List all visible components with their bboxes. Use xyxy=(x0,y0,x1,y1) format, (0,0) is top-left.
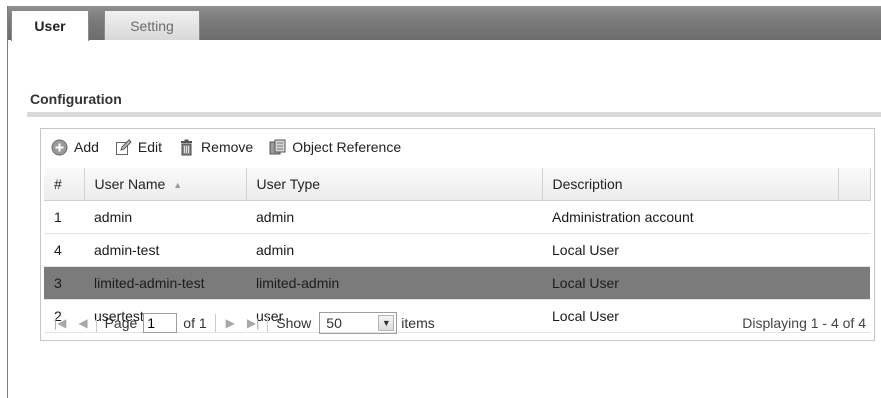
table-row[interactable]: 1 admin admin Administration account xyxy=(44,200,870,234)
column-header-index-label: # xyxy=(54,176,62,192)
chevron-down-icon: ▼ xyxy=(378,315,395,331)
last-page-icon[interactable]: ▶| xyxy=(247,316,259,330)
add-label: Add xyxy=(74,139,99,155)
column-header-user-type-label: User Type xyxy=(256,176,321,192)
tab-user-label: User xyxy=(34,18,66,34)
next-page-icon[interactable]: ▶ xyxy=(226,316,235,330)
object-reference-label: Object Reference xyxy=(292,139,402,155)
pager-separator xyxy=(214,314,216,332)
section-title: Configuration xyxy=(30,91,122,107)
page-number-input[interactable] xyxy=(143,313,178,333)
cell-spacer xyxy=(838,233,870,267)
pagination-bar: |◀ ◀ Page of 1 ▶ ▶| Show 50 ▼ items Disp… xyxy=(44,307,870,339)
cell-description: Local User xyxy=(542,266,838,300)
cell-user-name: admin-test xyxy=(84,233,246,267)
items-label: items xyxy=(401,315,435,331)
table-row[interactable]: 4 admin-test admin Local User xyxy=(44,233,870,267)
add-icon xyxy=(51,139,68,156)
trash-icon xyxy=(178,139,195,156)
column-header-user-name[interactable]: User Name ▲ xyxy=(84,168,247,201)
page-size-select[interactable]: 50 ▼ xyxy=(319,312,398,334)
column-header-user-type[interactable]: User Type xyxy=(246,168,543,201)
cell-user-type: admin xyxy=(246,200,542,234)
cell-index: 3 xyxy=(44,266,84,300)
tab-user[interactable]: User xyxy=(11,10,89,41)
add-button[interactable]: Add xyxy=(51,139,99,156)
first-page-icon[interactable]: |◀ xyxy=(54,316,66,330)
sort-ascending-icon: ▲ xyxy=(173,180,183,190)
table-row-selected[interactable]: 3 limited-admin-test limited-admin Local… xyxy=(44,266,870,300)
tab-setting[interactable]: Setting xyxy=(104,10,200,40)
section-divider xyxy=(27,112,881,117)
tab-bar: User Setting xyxy=(8,6,881,41)
cell-description: Local User xyxy=(542,233,838,267)
column-header-spacer xyxy=(838,168,871,201)
column-header-description[interactable]: Description xyxy=(542,168,839,201)
edit-icon xyxy=(115,138,132,156)
table-header-row: # User Name ▲ User Type Description xyxy=(44,168,871,201)
pager-separator xyxy=(95,314,97,332)
object-reference-icon xyxy=(269,139,286,156)
page-count-label: of 1 xyxy=(183,315,207,331)
user-list-panel: Add Edit Remove Object Reference # User … xyxy=(40,128,875,341)
column-header-user-name-label: User Name xyxy=(94,176,166,192)
page-label: Page xyxy=(104,315,138,331)
cell-user-name: admin xyxy=(84,200,246,234)
remove-button[interactable]: Remove xyxy=(178,139,253,156)
tab-setting-label: Setting xyxy=(130,17,174,34)
cell-index: 4 xyxy=(44,233,84,267)
cell-index: 1 xyxy=(44,200,84,234)
page-size-value: 50 xyxy=(326,315,342,331)
displaying-count: Displaying 1 - 4 of 4 xyxy=(742,315,866,331)
object-reference-button[interactable]: Object Reference xyxy=(269,139,401,156)
pager-separator xyxy=(267,314,269,332)
edit-label: Edit xyxy=(137,139,163,155)
cell-user-name: limited-admin-test xyxy=(84,266,246,300)
edit-button[interactable]: Edit xyxy=(115,138,163,156)
remove-label: Remove xyxy=(201,139,254,155)
show-label: Show xyxy=(276,315,312,331)
cell-spacer xyxy=(838,266,870,300)
toolbar: Add Edit Remove Object Reference xyxy=(41,129,874,165)
cell-user-type: limited-admin xyxy=(246,266,542,300)
column-header-description-label: Description xyxy=(552,176,623,192)
cell-spacer xyxy=(838,200,870,234)
cell-user-type: admin xyxy=(246,233,542,267)
column-header-index[interactable]: # xyxy=(44,168,85,201)
previous-page-icon[interactable]: ◀ xyxy=(78,316,87,330)
cell-description: Administration account xyxy=(542,200,838,234)
